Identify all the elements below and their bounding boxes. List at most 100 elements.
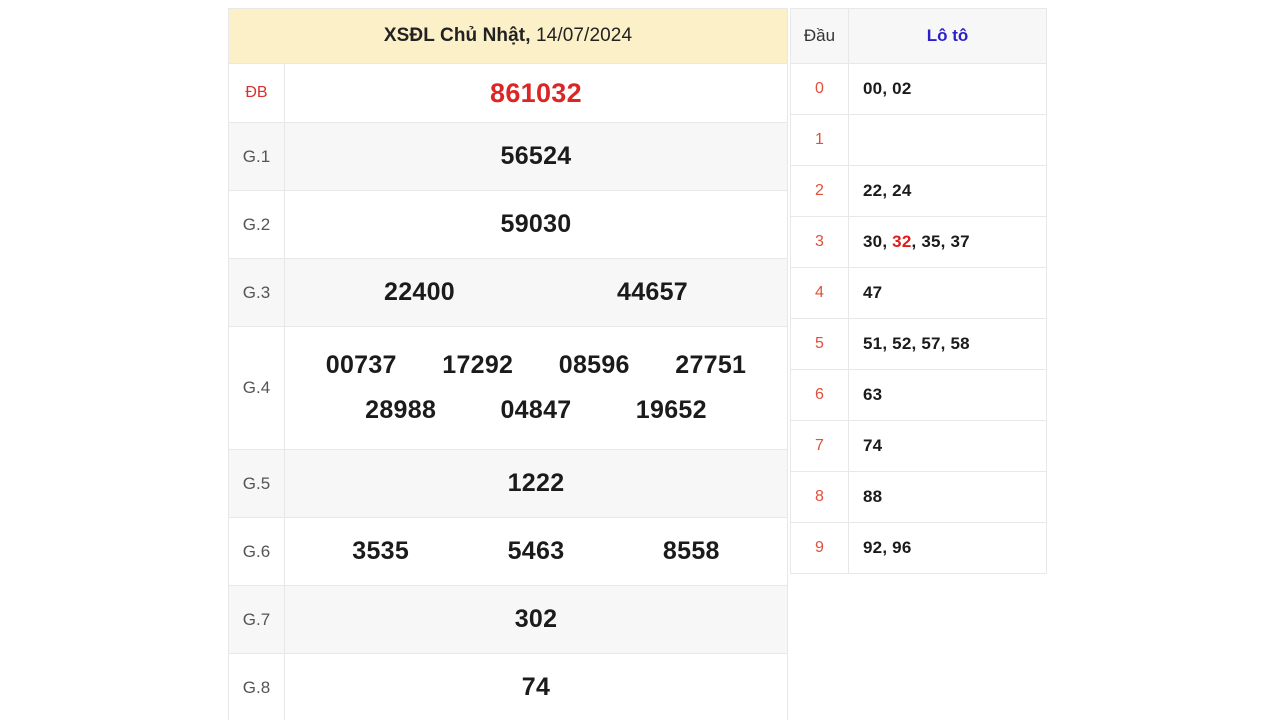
prize-number: 302 — [514, 605, 558, 633]
loto-summary-table: Đầu Lô tô 0 00, 02 1 2 22, 24 3 30, 32, … — [790, 8, 1047, 574]
loto-values-5: 51, 52, 57, 58 — [848, 318, 1047, 370]
prize-number: 27751 — [675, 351, 747, 379]
loto-values-1 — [848, 114, 1047, 166]
table-row: G.3 22400 44657 — [228, 258, 788, 327]
prize-values-g8: 74 — [284, 653, 788, 720]
prize-values-g6: 3535 5463 8558 — [284, 517, 788, 586]
prize-number: 59030 — [500, 210, 572, 238]
table-row: 5 51, 52, 57, 58 — [790, 318, 1047, 370]
loto-number: 51 — [863, 334, 883, 353]
prize-number: 56524 — [500, 142, 572, 170]
loto-header-dau-label: Đầu — [803, 26, 836, 45]
loto-dau-3: 3 — [790, 216, 849, 268]
prize-number: 44657 — [616, 278, 689, 306]
loto-dau-7: 7 — [790, 420, 849, 472]
title-region-day: XSĐL Chủ Nhật, — [383, 25, 531, 46]
prize-number: 3535 — [352, 537, 410, 565]
loto-values-0: 00, 02 — [848, 63, 1047, 115]
table-row: G.2 59030 — [228, 190, 788, 259]
loto-values-7: 74 — [848, 420, 1047, 472]
loto-number: 35 — [921, 232, 941, 251]
number-row: 74 — [303, 673, 769, 702]
loto-number: 88 — [863, 487, 883, 506]
prize-label-g2: G.2 — [228, 190, 285, 259]
loto-number: 00 — [863, 79, 883, 98]
prize-values-g5: 1222 — [284, 449, 788, 518]
table-row: 2 22, 24 — [790, 165, 1047, 217]
table-row: G.1 56524 — [228, 122, 788, 191]
loto-number: 22 — [863, 181, 883, 200]
loto-dau-1: 1 — [790, 114, 849, 166]
loto-values-2: 22, 24 — [848, 165, 1047, 217]
prize-number: 8558 — [662, 537, 720, 565]
prize-number: 5463 — [507, 537, 565, 565]
prize-values-g3: 22400 44657 — [284, 258, 788, 327]
loto-dau-4: 4 — [790, 267, 849, 319]
loto-dau-8: 8 — [790, 471, 849, 523]
loto-dau-2: 2 — [790, 165, 849, 217]
number-row: 59030 — [303, 210, 769, 239]
table-row: 7 74 — [790, 420, 1047, 472]
prize-results-table: XSĐL Chủ Nhật, 14/07/2024 ĐB 861032 G.1 … — [228, 8, 788, 720]
loto-values-4: 47 — [848, 267, 1047, 319]
table-row: G.4 00737 17292 08596 27751 28988 04847 … — [228, 326, 788, 450]
lottery-results-page: XSĐL Chủ Nhật, 14/07/2024 ĐB 861032 G.1 … — [0, 0, 1280, 720]
prize-label-g7: G.7 — [228, 585, 285, 654]
table-row: G.8 74 — [228, 653, 788, 720]
prize-table-header-row: XSĐL Chủ Nhật, 14/07/2024 — [228, 8, 788, 64]
table-row: 9 92, 96 — [790, 522, 1047, 574]
loto-values-8: 88 — [848, 471, 1047, 523]
loto-header-loto-label: Lô tô — [926, 26, 969, 45]
loto-values-6: 63 — [848, 369, 1047, 421]
table-row: G.6 3535 5463 8558 — [228, 517, 788, 586]
loto-number: 47 — [863, 283, 883, 302]
number-row: 56524 — [303, 142, 769, 171]
loto-number: 32 — [892, 232, 912, 251]
number-row: 3535 5463 8558 — [303, 537, 769, 566]
loto-number: 57 — [921, 334, 941, 353]
table-row: G.5 1222 — [228, 449, 788, 518]
loto-header-loto-cell: Lô tô — [848, 8, 1047, 64]
prize-label-db: ĐB — [228, 63, 285, 123]
loto-values-3: 30, 32, 35, 37 — [848, 216, 1047, 268]
table-row: G.7 302 — [228, 585, 788, 654]
prize-number: 28988 — [365, 396, 437, 424]
number-row: 302 — [303, 605, 769, 634]
number-row: 22400 44657 — [303, 278, 769, 307]
prize-label-g4: G.4 — [228, 326, 285, 450]
number-row: 28988 04847 19652 — [303, 396, 769, 425]
table-row: ĐB 861032 — [228, 63, 788, 123]
loto-number: 96 — [892, 538, 912, 557]
loto-dau-5: 5 — [790, 318, 849, 370]
prize-number: 22400 — [383, 278, 456, 306]
prize-values-db: 861032 — [284, 63, 788, 123]
prize-table-title-cell: XSĐL Chủ Nhật, 14/07/2024 — [228, 8, 788, 64]
table-row: 8 88 — [790, 471, 1047, 523]
prize-number: 04847 — [500, 396, 572, 424]
loto-number: 37 — [950, 232, 970, 251]
loto-header-dau-cell: Đầu — [790, 8, 849, 64]
loto-number: 74 — [863, 436, 883, 455]
prize-number: 861032 — [490, 77, 582, 108]
loto-table-header-row: Đầu Lô tô — [790, 8, 1047, 64]
table-row: 3 30, 32, 35, 37 — [790, 216, 1047, 268]
number-stack: 00737 17292 08596 27751 28988 04847 1965… — [303, 351, 769, 425]
loto-dau-9: 9 — [790, 522, 849, 574]
prize-number: 00737 — [325, 351, 397, 379]
prize-values-g2: 59030 — [284, 190, 788, 259]
loto-number: 02 — [892, 79, 912, 98]
prize-label-g6: G.6 — [228, 517, 285, 586]
loto-number: 63 — [863, 385, 883, 404]
prize-values-g1: 56524 — [284, 122, 788, 191]
loto-values-9: 92, 96 — [848, 522, 1047, 574]
prize-label-g5: G.5 — [228, 449, 285, 518]
loto-number: 52 — [892, 334, 912, 353]
number-row: 861032 — [303, 78, 769, 109]
loto-number: 30 — [863, 232, 883, 251]
page-title: XSĐL Chủ Nhật, 14/07/2024 — [384, 25, 632, 46]
number-row: 00737 17292 08596 27751 — [303, 351, 769, 380]
number-row: 1222 — [303, 469, 769, 498]
prize-number: 08596 — [558, 351, 630, 379]
prize-number: 17292 — [442, 351, 514, 379]
loto-dau-6: 6 — [790, 369, 849, 421]
